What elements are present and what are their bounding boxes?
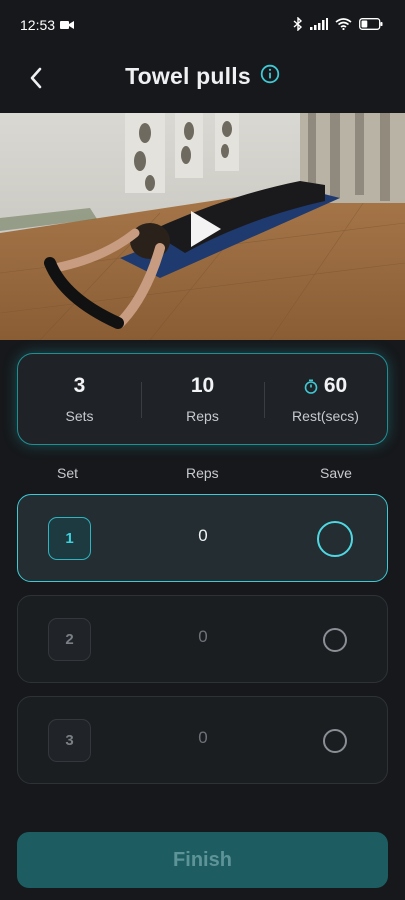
set-number-badge: 1: [48, 517, 91, 560]
info-icon[interactable]: [260, 64, 280, 89]
exercise-video[interactable]: [0, 113, 405, 340]
save-checkbox[interactable]: [323, 729, 347, 753]
sets-value: 3: [73, 374, 86, 397]
column-headers: Set Reps Save: [0, 462, 405, 486]
status-bar: 12:53: [0, 0, 405, 50]
reps-input[interactable]: 0: [168, 526, 238, 546]
finish-button[interactable]: Finish: [17, 832, 388, 888]
rest-label: Rest(secs): [292, 408, 359, 424]
rest-value: 60: [323, 374, 348, 397]
header: Towel pulls: [0, 50, 405, 112]
save-checkbox[interactable]: [323, 628, 347, 652]
play-icon[interactable]: [183, 207, 227, 251]
set-number-badge: 3: [48, 719, 91, 762]
set-number-badge: 2: [48, 618, 91, 661]
set-row-3[interactable]: 3 0: [17, 696, 388, 784]
video-camera-icon: [60, 17, 75, 33]
column-header-reps: Reps: [186, 465, 219, 481]
reps-value: 10: [190, 374, 215, 397]
stat-sets: 3 Sets: [18, 354, 141, 444]
save-checkbox[interactable]: [317, 521, 353, 557]
stats-card: 3 Sets 10 Reps 60 Rest(secs): [17, 353, 388, 445]
reps-input[interactable]: 0: [168, 627, 238, 647]
bluetooth-icon: [293, 15, 303, 34]
sets-label: Sets: [65, 408, 94, 424]
chevron-left-icon: [30, 67, 42, 89]
signal-icon: [310, 17, 328, 33]
set-row-2[interactable]: 2 0: [17, 595, 388, 683]
wifi-icon: [335, 17, 352, 33]
timer-icon: [304, 378, 318, 394]
stat-rest: 60 Rest(secs): [264, 354, 387, 444]
back-button[interactable]: [22, 64, 50, 92]
column-header-set: Set: [57, 465, 79, 481]
column-header-save: Save: [320, 465, 352, 481]
battery-icon: [359, 17, 383, 33]
status-time: 12:53: [20, 17, 56, 33]
set-row-1[interactable]: 1 0: [17, 494, 388, 582]
stat-reps: 10 Reps: [141, 354, 264, 444]
reps-label: Reps: [186, 408, 219, 424]
page-title: Towel pulls: [125, 62, 251, 89]
reps-input[interactable]: 0: [168, 728, 238, 748]
